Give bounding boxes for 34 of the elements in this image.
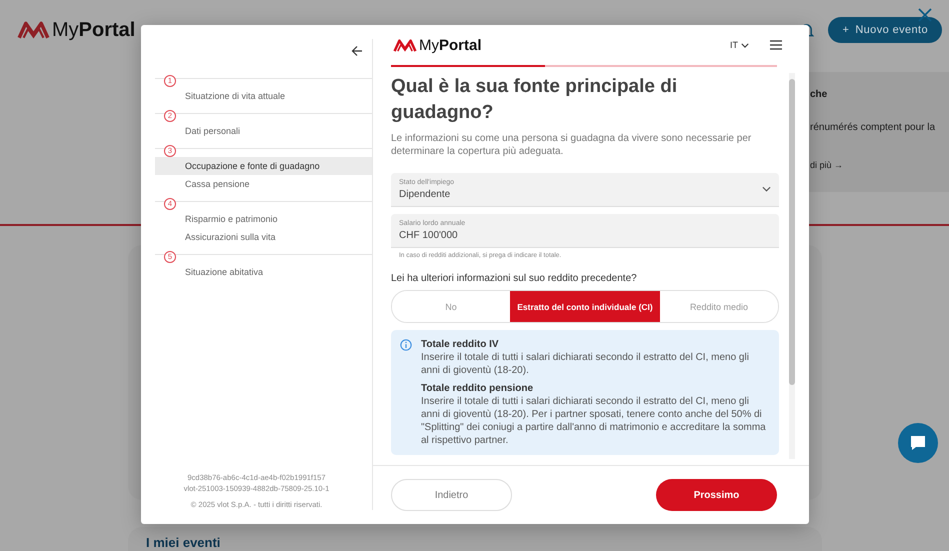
step-item[interactable]: Cassa pensione (155, 175, 372, 193)
step-item[interactable]: Assicurazioni sulla vita (155, 228, 372, 246)
step-item[interactable]: Risparmio e patrimonio (155, 210, 372, 228)
info-title: Totale reddito IV (421, 338, 500, 351)
step-item[interactable]: Dati personali (155, 122, 372, 140)
description: Le informazioni su come una persona si guadagna da vivere sono necessarie per determinare la copertura più adeguata. (391, 132, 752, 158)
info-text: Inserire il totale di tutti i salari dichiarati secondo il estratto del CI, meno gli anni di gioventù (18-20). (421, 351, 750, 377)
step-item[interactable]: Situatzione di vita attuale (155, 87, 372, 105)
chat-bubble-icon (908, 433, 928, 453)
promo-title: che (810, 89, 828, 100)
section-title: I miei eventi (146, 535, 220, 550)
next-button[interactable]: Prossimo (656, 479, 777, 511)
language-select[interactable]: IT (730, 40, 749, 50)
question-label: Lei ha ulteriori informazioni sul suo reddito precedente? (391, 273, 638, 284)
info-title: Totale reddito pensione (421, 382, 534, 395)
logo: MyPortal (393, 36, 482, 54)
info-icon (400, 339, 412, 351)
back-arrow-icon[interactable] (351, 45, 363, 57)
logo[interactable]: MyPortal (17, 18, 136, 42)
back-button[interactable]: Indietro (391, 479, 512, 511)
step-item[interactable]: Situazione abitativa (155, 263, 372, 281)
chevron-down-icon (741, 42, 749, 48)
step-item[interactable]: Occupazione e fonte di guadagno (155, 157, 372, 175)
close-icon[interactable] (917, 7, 933, 23)
option-tab[interactable]: Estratto del conto individuale (CI) (510, 291, 660, 322)
scrollbar[interactable] (789, 73, 795, 459)
promo-text: rénumérés comptent pour la (810, 122, 936, 133)
menu-icon[interactable] (770, 40, 782, 50)
new-event-button[interactable]: + Nuovo evento (828, 17, 942, 43)
chevron-down-icon (762, 186, 771, 192)
chat-button[interactable] (898, 423, 938, 463)
promo-link[interactable]: di più → (810, 160, 949, 170)
info-text: Inserire il totale di tutti i salari dichiarati secondo il estratto del CI, meno gli anni di gioventù (18-20). Per i partner sposati, tenere conto anche del 50% di "Splitting" dei coniugi a partire dall'anno di matrimonio e accreditare la somma al rispettivo partner. (421, 395, 767, 447)
question-title: Qual è la sua fonte principale di guadagno? (391, 75, 678, 125)
